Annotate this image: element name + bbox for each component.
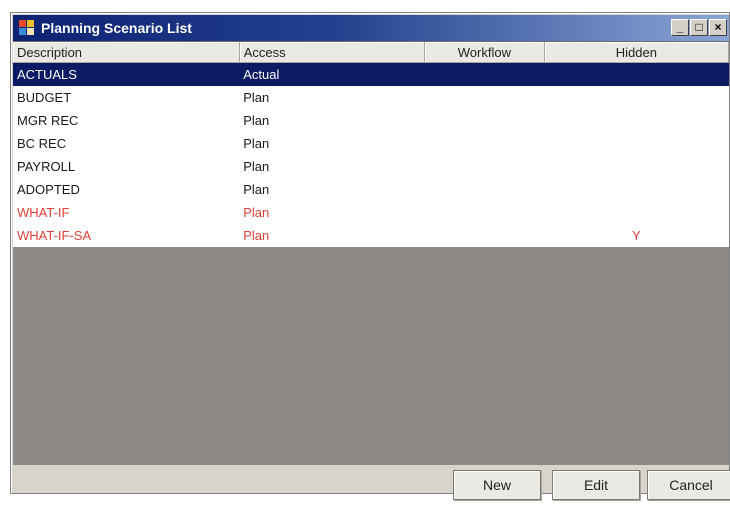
app-icon <box>19 20 35 36</box>
cell-description: ADOPTED <box>13 178 240 201</box>
table-row[interactable]: PAYROLL Plan <box>13 155 729 178</box>
cell-access: Plan <box>239 132 425 155</box>
cancel-button[interactable]: Cancel <box>647 470 730 500</box>
cell-hidden <box>544 155 729 178</box>
table-row[interactable]: WHAT-IF-SA Plan Y <box>13 224 729 247</box>
cell-hidden <box>544 132 729 155</box>
column-header-description[interactable]: Description <box>13 42 240 63</box>
header-row: Description Access Workflow Hidden <box>13 42 729 63</box>
table-row[interactable]: WHAT-IF Plan <box>13 201 729 224</box>
cell-hidden <box>544 86 729 109</box>
cell-access: Plan <box>239 155 425 178</box>
cell-description: WHAT-IF <box>13 201 240 224</box>
table-row[interactable]: ADOPTED Plan <box>13 178 729 201</box>
cell-access: Plan <box>239 178 425 201</box>
cell-workflow <box>424 178 545 201</box>
minimize-button[interactable]: _ <box>671 19 689 36</box>
cell-workflow <box>424 109 545 132</box>
cell-workflow <box>424 86 545 109</box>
cell-hidden <box>544 109 729 132</box>
cell-hidden <box>544 201 729 224</box>
scenario-table: Description Access Workflow Hidden ACTUA… <box>13 42 729 247</box>
table-row[interactable]: BC REC Plan <box>13 132 729 155</box>
cell-hidden <box>544 178 729 201</box>
new-button[interactable]: New <box>453 470 541 500</box>
cell-workflow <box>424 201 545 224</box>
column-header-workflow[interactable]: Workflow <box>424 42 545 63</box>
table-row[interactable]: MGR REC Plan <box>13 109 729 132</box>
cell-description: BUDGET <box>13 86 240 109</box>
cell-hidden <box>544 62 729 86</box>
cell-access: Plan <box>239 86 425 109</box>
scenario-grid[interactable]: Description Access Workflow Hidden ACTUA… <box>13 41 729 466</box>
cell-workflow <box>424 62 545 86</box>
cell-workflow <box>424 224 545 247</box>
title-bar[interactable]: Planning Scenario List _ □ × <box>13 15 729 41</box>
column-header-hidden[interactable]: Hidden <box>544 42 729 63</box>
cell-access: Plan <box>239 201 425 224</box>
cell-hidden: Y <box>544 224 729 247</box>
cell-description: PAYROLL <box>13 155 240 178</box>
cell-access: Actual <box>239 62 425 86</box>
button-bar: New Edit Cancel <box>13 465 730 500</box>
table-row[interactable]: ACTUALS Actual <box>13 62 729 86</box>
cell-description: BC REC <box>13 132 240 155</box>
cell-access: Plan <box>239 224 425 247</box>
close-button[interactable]: × <box>709 19 727 36</box>
planning-scenario-list-window: Planning Scenario List _ □ × Description… <box>10 12 730 500</box>
cell-workflow <box>424 132 545 155</box>
cell-description: WHAT-IF-SA <box>13 224 240 247</box>
edit-button[interactable]: Edit <box>552 470 640 500</box>
cell-description: ACTUALS <box>13 62 240 86</box>
window-title: Planning Scenario List <box>41 20 192 36</box>
maximize-button[interactable]: □ <box>690 19 708 36</box>
cell-workflow <box>424 155 545 178</box>
cell-description: MGR REC <box>13 109 240 132</box>
column-header-access[interactable]: Access <box>239 42 426 63</box>
cell-access: Plan <box>239 109 425 132</box>
table-row[interactable]: BUDGET Plan <box>13 86 729 109</box>
